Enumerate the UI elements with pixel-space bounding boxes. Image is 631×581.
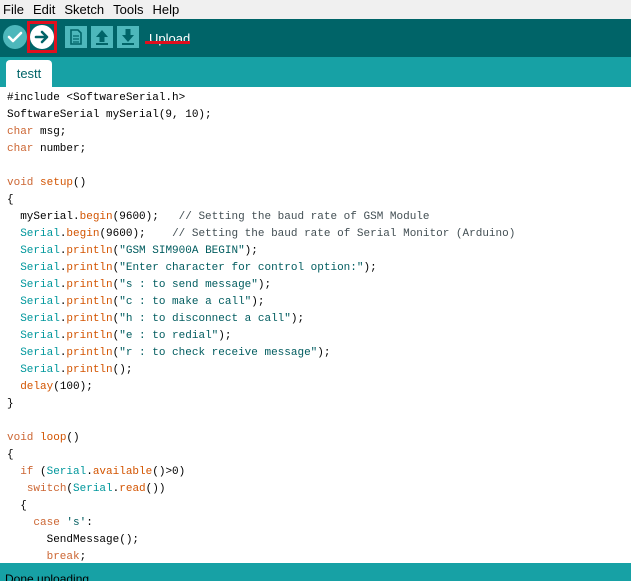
code-line: ​ bbox=[7, 158, 515, 175]
code-line: SoftwareSerial mySerial(9, 10); bbox=[7, 109, 212, 121]
code-line: Serial.println("GSM SIM900A BEGIN"); bbox=[20, 245, 258, 257]
code-editor[interactable]: #include <SoftwareSerial.h> SoftwareSeria… bbox=[0, 87, 631, 563]
open-button[interactable] bbox=[91, 26, 113, 48]
code-text: #include <SoftwareSerial.h> SoftwareSeria… bbox=[7, 90, 515, 563]
toolbar: Upload bbox=[0, 19, 631, 57]
menu-tools[interactable]: Tools bbox=[109, 0, 148, 19]
code-line: { bbox=[7, 500, 27, 512]
upload-icon bbox=[34, 30, 49, 44]
status-underline bbox=[145, 41, 190, 44]
code-line: if (Serial.available()>0) bbox=[20, 466, 186, 478]
code-line: Serial.println(); bbox=[20, 364, 133, 376]
code-line: Serial.println("h : to disconnect a call… bbox=[20, 313, 305, 325]
code-line: void setup() bbox=[7, 177, 87, 189]
save-button[interactable] bbox=[117, 26, 139, 48]
code-line: Serial.println("r : to check receive mes… bbox=[20, 347, 331, 359]
code-line: } bbox=[7, 398, 14, 410]
code-line: #include <SoftwareSerial.h> bbox=[7, 92, 186, 104]
save-icon bbox=[122, 29, 134, 45]
code-line: ​ bbox=[7, 413, 515, 430]
status-message: Done uploading. bbox=[5, 572, 93, 581]
code-line: char msg; bbox=[7, 126, 67, 138]
code-line: case 's': bbox=[33, 517, 93, 529]
code-line: Serial.println("Enter character for cont… bbox=[20, 262, 377, 274]
code-line: SendMessage(); bbox=[7, 534, 140, 546]
code-line: Serial.println("c : to make a call"); bbox=[20, 296, 265, 308]
code-line: { bbox=[7, 194, 14, 206]
code-line: delay(100); bbox=[20, 381, 93, 393]
code-line: void loop() bbox=[7, 432, 80, 444]
code-line: Serial.println("s : to send message"); bbox=[20, 279, 272, 291]
tab-testt[interactable]: testt bbox=[6, 60, 52, 87]
new-icon bbox=[70, 29, 82, 45]
menu-help[interactable]: Help bbox=[148, 0, 184, 19]
verify-icon bbox=[7, 31, 23, 43]
code-line: { bbox=[7, 449, 14, 461]
code-line: Serial.begin(9600); // Setting the baud … bbox=[20, 228, 516, 240]
status-bar: Done uploading. bbox=[0, 563, 631, 581]
tab-strip: testt bbox=[0, 57, 631, 87]
code-line: char number; bbox=[7, 143, 87, 155]
open-icon bbox=[96, 30, 108, 45]
code-line: switch(Serial.read()) bbox=[26, 483, 166, 495]
verify-button[interactable] bbox=[3, 25, 27, 49]
upload-button[interactable] bbox=[30, 25, 54, 49]
code-line: Serial.println("e : to redial"); bbox=[20, 330, 232, 342]
menu-bar: File Edit Sketch Tools Help bbox=[0, 0, 631, 19]
menu-file[interactable]: File bbox=[0, 0, 29, 19]
menu-edit[interactable]: Edit bbox=[29, 0, 60, 19]
new-button[interactable] bbox=[65, 26, 87, 48]
code-line: mySerial.begin(9600); // Setting the bau… bbox=[7, 211, 430, 223]
menu-sketch[interactable]: Sketch bbox=[60, 0, 109, 19]
code-line: break; bbox=[46, 551, 87, 563]
